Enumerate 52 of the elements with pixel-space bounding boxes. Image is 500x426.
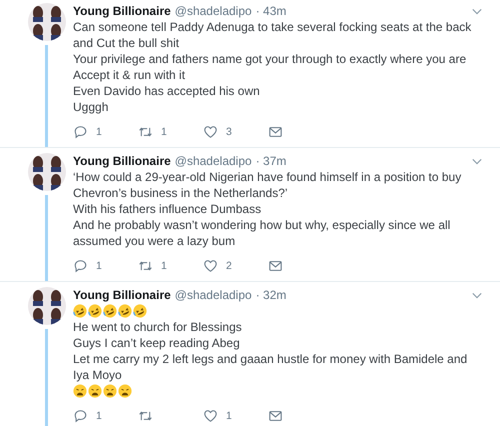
laughing-emoji-icon [88, 304, 102, 318]
chevron-icon[interactable] [472, 158, 482, 164]
speech-bubble-icon [73, 409, 88, 423]
speech-bubble-icon [73, 125, 88, 139]
tweet-text: Even Davido has accepted his own [73, 83, 261, 99]
reply-button[interactable]: 1 [73, 125, 138, 139]
user-name[interactable]: Young Billionaire [73, 153, 171, 169]
like-button[interactable]: 3 [203, 125, 268, 139]
tweet-text: Ugggh [73, 99, 110, 115]
tweet-text: Your privilege and fathers name got your through to exactly where you are [73, 51, 468, 67]
tweet-text: He went to church for Blessings [73, 319, 243, 335]
speech-bubble-icon [73, 259, 88, 273]
envelope-icon [268, 259, 283, 273]
envelope-icon [268, 125, 283, 139]
weary-emoji-icon [73, 384, 87, 398]
retweet-icon [138, 259, 153, 273]
retweet-icon [138, 409, 153, 423]
tweet-text: And he probably wasn’t wondering how but why, especially since we all assumed you were a lazy bum [73, 217, 452, 249]
weary-emoji-icon [88, 384, 102, 398]
user-name[interactable]: Young Billionaire [73, 287, 171, 303]
laughing-emoji-icon [73, 304, 87, 318]
user-handle[interactable]: @shadeladipo [174, 287, 252, 303]
chevron-icon[interactable] [472, 8, 482, 14]
laughing-emoji-icon [133, 304, 147, 318]
weary-emoji-icon [103, 384, 117, 398]
chevron-icon[interactable] [472, 292, 482, 298]
tweet-text: Can someone tell Paddy Adenuga to take several focking seats at the back and Cut the bull shit [73, 19, 472, 51]
laughing-emoji-icon [118, 304, 132, 318]
like-button[interactable]: 2 [203, 259, 268, 273]
tweet-text: Accept it & run with it [73, 67, 186, 83]
tweet-time[interactable]: · 37m [256, 153, 286, 169]
tweet-time[interactable]: · 32m [256, 287, 286, 303]
user-name[interactable]: Young Billionaire [73, 3, 171, 19]
like-button[interactable]: 1 [203, 409, 268, 423]
tweet-text: ‘How could a 29-year-old Nigerian have found himself in a position to buy Chevron’s business in the Netherlands?’ [73, 169, 462, 201]
tweet-time[interactable]: · 43m [256, 3, 286, 19]
heart-icon [203, 259, 218, 273]
user-handle[interactable]: @shadeladipo [174, 153, 252, 169]
tweet-text: Let me carry my 2 left legs and gaaan hustle for money with Bamidele and Iya Moyo [73, 351, 468, 383]
retweet-icon [138, 125, 153, 139]
laughing-emoji-icon [103, 304, 117, 318]
weary-emoji-icon [118, 384, 132, 398]
envelope-icon [268, 409, 283, 423]
heart-icon [203, 409, 218, 423]
tweet-text: Guys I can’t keep reading Abeg [73, 335, 241, 351]
tweet-text: With his fathers influence Dumbass [73, 201, 262, 217]
user-handle[interactable]: @shadeladipo [174, 3, 252, 19]
retweet-button[interactable]: 1 [138, 125, 203, 139]
heart-icon [203, 125, 218, 139]
retweet-button[interactable]: 1 [138, 259, 203, 273]
reply-button[interactable]: 1 [73, 259, 138, 273]
reply-button[interactable]: 1 [73, 409, 138, 423]
